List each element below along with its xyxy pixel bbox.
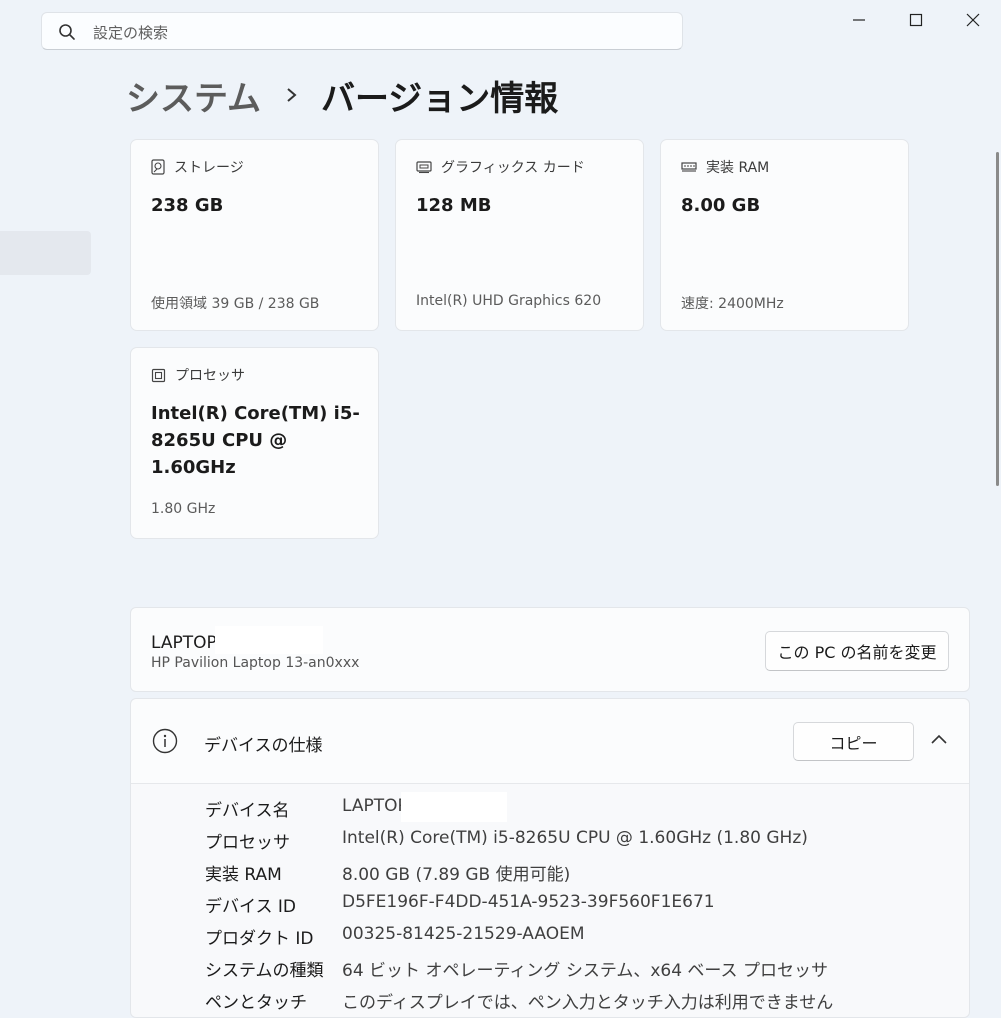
ram-card-value: 8.00 GB bbox=[681, 195, 761, 216]
graphics-card-title: グラフィックス カード bbox=[441, 160, 585, 176]
minimize-icon bbox=[853, 19, 865, 21]
graphics-card-value: 128 MB bbox=[416, 195, 492, 216]
maximize-button[interactable] bbox=[901, 6, 931, 34]
spec-key: プロダクト ID bbox=[205, 929, 314, 949]
storage-card-value: 238 GB bbox=[151, 195, 224, 216]
processor-icon bbox=[151, 368, 166, 382]
spec-value: 8.00 GB (7.89 GB 使用可能) bbox=[342, 865, 571, 885]
spec-key: デバイス名 bbox=[205, 801, 290, 821]
ram-card[interactable]: 実装 RAM 8.00 GB 速度: 2400MHz bbox=[660, 139, 909, 331]
search-icon bbox=[59, 24, 75, 40]
spec-value: 64 ビット オペレーティング システム、x64 ベース プロセッサ bbox=[342, 961, 828, 981]
graphics-card[interactable]: グラフィックス カード 128 MB Intel(R) UHD Graphics… bbox=[395, 139, 644, 331]
search-placeholder[interactable]: 設定の検索 bbox=[93, 22, 168, 43]
device-specs-header[interactable]: デバイスの仕様 コピー bbox=[131, 699, 969, 784]
processor-card-detail: 1.80 GHz bbox=[151, 501, 216, 517]
processor-card-title: プロセッサ bbox=[175, 368, 245, 384]
spec-value: 00325-81425-21529-AAOEM bbox=[342, 924, 585, 944]
spec-key: デバイス ID bbox=[205, 897, 296, 917]
sidebar-selected-item[interactable] bbox=[0, 231, 91, 275]
chevron-up-icon[interactable] bbox=[929, 732, 949, 748]
storage-card-header: ストレージ bbox=[151, 157, 244, 177]
minimize-button[interactable] bbox=[844, 6, 874, 34]
processor-card[interactable]: プロセッサ Intel(R) Core(TM) i5-8265U CPU @ 1… bbox=[130, 347, 379, 539]
close-icon bbox=[966, 13, 980, 27]
ram-card-title: 実装 RAM bbox=[706, 160, 770, 176]
pc-model: HP Pavilion Laptop 13-an0xxx bbox=[151, 655, 360, 671]
graphics-card-icon bbox=[416, 161, 432, 174]
chevron-right-icon bbox=[287, 88, 297, 102]
maximize-icon bbox=[909, 13, 923, 27]
rename-pc-button[interactable]: この PC の名前を変更 bbox=[765, 631, 949, 671]
spec-key: プロセッサ bbox=[205, 833, 290, 853]
storage-card-title: ストレージ bbox=[174, 160, 244, 176]
ram-icon bbox=[681, 162, 697, 172]
spec-value: Intel(R) Core(TM) i5-8265U CPU @ 1.60GHz… bbox=[342, 828, 808, 848]
breadcrumb: システム バージョン情報 bbox=[126, 70, 558, 120]
copy-button[interactable]: コピー bbox=[793, 722, 914, 761]
graphics-card-header: グラフィックス カード bbox=[416, 157, 585, 177]
device-specs-title: デバイスの仕様 bbox=[204, 736, 323, 756]
spec-value: LAPTOP bbox=[342, 796, 408, 816]
breadcrumb-parent[interactable]: システム bbox=[126, 71, 261, 120]
storage-icon bbox=[151, 159, 165, 175]
info-icon bbox=[152, 728, 178, 754]
spec-key: 実装 RAM bbox=[205, 865, 282, 885]
scrollbar-thumb[interactable] bbox=[996, 152, 999, 486]
spec-value: D5FE196F-F4DD-451A-9523-39F560F1E671 bbox=[342, 892, 715, 912]
redaction-block bbox=[215, 626, 323, 654]
graphics-card-detail: Intel(R) UHD Graphics 620 bbox=[416, 293, 602, 309]
page-title: バージョン情報 bbox=[320, 78, 559, 119]
processor-card-header: プロセッサ bbox=[151, 365, 245, 385]
spec-key: システムの種類 bbox=[205, 961, 324, 981]
storage-card[interactable]: ストレージ 238 GB 使用領域 39 GB / 238 GB bbox=[130, 139, 379, 331]
ram-card-header: 実装 RAM bbox=[681, 157, 769, 177]
processor-card-value: Intel(R) Core(TM) i5-8265U CPU @ 1.60GHz bbox=[151, 403, 360, 478]
redaction-block bbox=[401, 792, 507, 822]
device-specs-panel: デバイスの仕様 コピー デバイス名 LAPTOP プロセッサ Intel(R) … bbox=[130, 698, 970, 1018]
pc-name-panel: LAPTOP HP Pavilion Laptop 13-an0xxx この P… bbox=[130, 607, 970, 692]
settings-search-box[interactable]: 設定の検索 bbox=[41, 12, 683, 50]
storage-card-detail: 使用領域 39 GB / 238 GB bbox=[151, 296, 320, 312]
close-button[interactable] bbox=[958, 6, 988, 34]
pc-name: LAPTOP bbox=[151, 633, 217, 653]
ram-card-detail: 速度: 2400MHz bbox=[681, 296, 784, 312]
